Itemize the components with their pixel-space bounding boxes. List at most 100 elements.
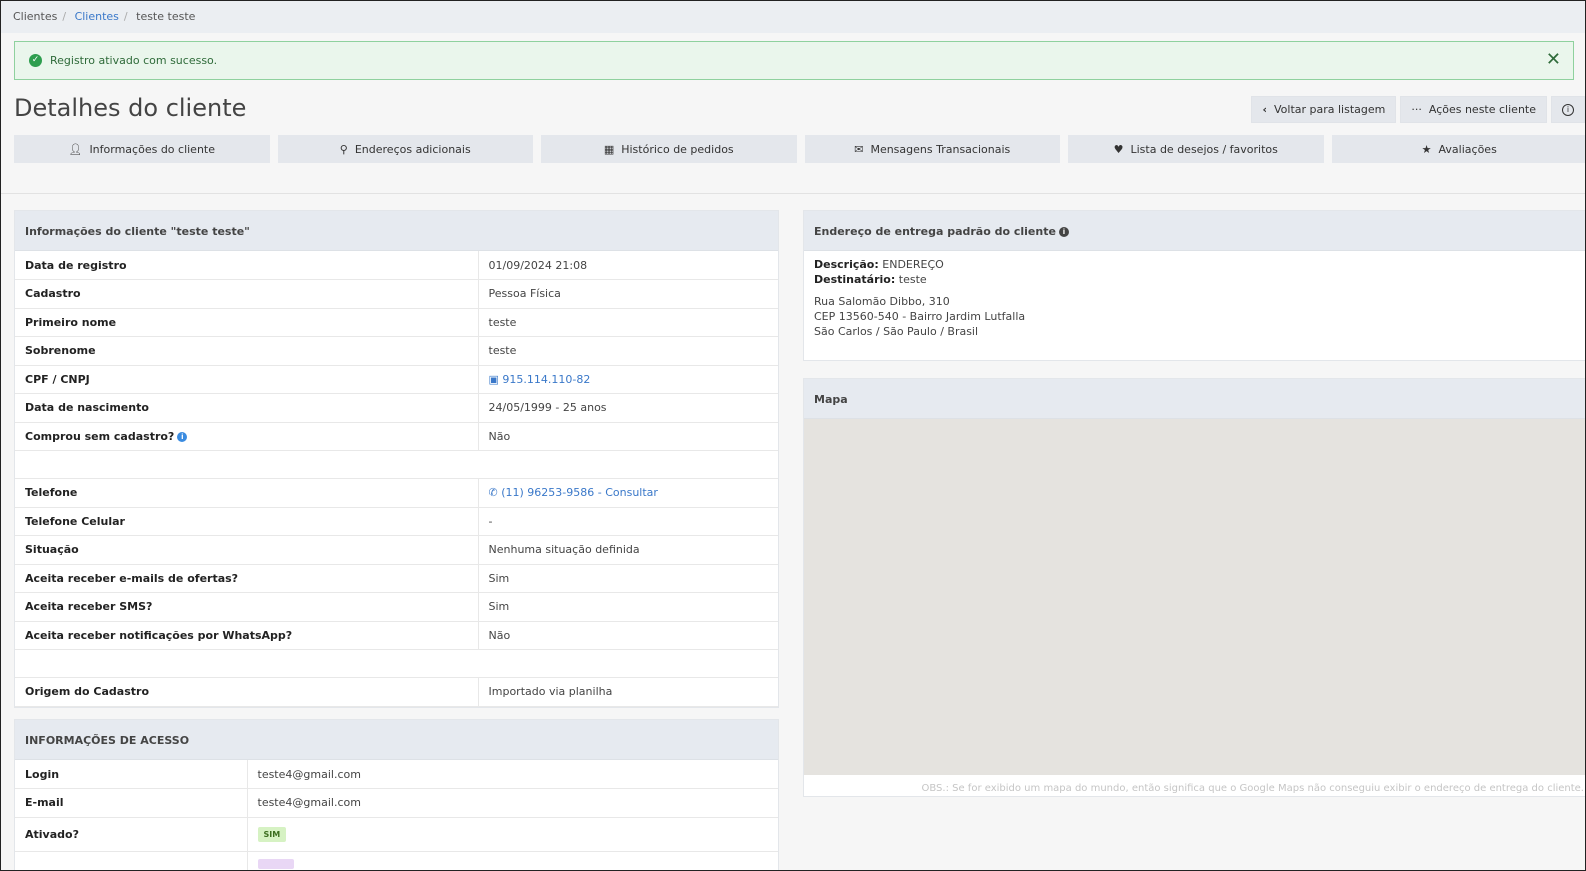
access-info-table: Login teste4@gmail.com E-mail teste4@gmail… [15, 760, 778, 870]
breadcrumb-item-current: teste teste [136, 10, 196, 23]
close-icon[interactable]: ✕ [1546, 51, 1561, 69]
breadcrumb: Clientes / Clientes / teste teste [1, 1, 1585, 33]
tab-reviews[interactable]: ★ Avaliações [1331, 135, 1585, 163]
row-value: Sim [478, 564, 778, 593]
alert-message: Registro ativado com sucesso. [50, 54, 218, 67]
table-row: Comprou sem cadastro? i Não [15, 422, 778, 451]
status-badge: SIM [257, 826, 287, 842]
info-icon: i [1562, 103, 1574, 116]
table-row [15, 851, 778, 870]
address-description: Descrição: ENDEREÇO [814, 257, 1576, 272]
row-value [247, 851, 778, 870]
table-row: Login teste4@gmail.com [15, 760, 778, 789]
user-icon: 👤︎ [68, 142, 83, 156]
address-panel: Endereço de entrega padrão do cliente i D… [803, 210, 1585, 361]
row-value: teste4@gmail.com [247, 760, 778, 789]
breadcrumb-item-root[interactable]: Clientes [13, 10, 57, 23]
tab-transactional-messages[interactable]: ✉ Mensagens Transacionais [804, 135, 1060, 163]
info-button[interactable]: i [1551, 96, 1585, 123]
address-line: CEP 13560-540 - Bairro Jardim Lutfalla [814, 310, 1026, 323]
tab-label: Histórico de pedidos [621, 142, 734, 156]
divider [1, 193, 1585, 194]
table-row: Data de nascimento 24/05/1999 - 25 anos [15, 393, 778, 423]
row-value: 24/05/1999 - 25 anos [478, 393, 778, 423]
row-label: Cadastro [15, 279, 479, 309]
tab-additional-addresses[interactable]: ⚲ Endereços adicionais [277, 135, 533, 163]
info-icon[interactable]: i [1058, 227, 1069, 237]
tab-client-info[interactable]: 👤︎ Informações do cliente [14, 135, 270, 163]
row-label: CPF / CNPJ [15, 365, 479, 394]
phone-link[interactable]: ✆ (11) 96253-9586 - Consultar [489, 486, 658, 499]
envelope-icon: ✉ [854, 142, 864, 156]
access-info-title: INFORMAÇÕES DE ACESSO [15, 720, 778, 760]
table-row: Aceita receber e-mails de ofertas? Sim [15, 564, 778, 593]
row-label: Aceita receber SMS? [15, 592, 479, 622]
address-recipient: Destinatário: teste [814, 272, 1576, 287]
star-icon: ★ [1421, 142, 1432, 156]
row-value: Não [478, 422, 778, 451]
cpf-link[interactable]: ▣ 915.114.110-82 [489, 373, 591, 386]
tab-label: Informações do cliente [89, 142, 216, 156]
table-row: Cadastro Pessoa Física [15, 279, 778, 309]
info-icon[interactable]: i [177, 431, 188, 442]
table-row: E-mail teste4@gmail.com [15, 788, 778, 818]
table-row: Sobrenome teste [15, 336, 778, 366]
row-label: Telefone Celular [15, 507, 479, 536]
map-title: Mapa [804, 379, 1585, 419]
row-value: Não [478, 621, 778, 650]
row-label: Data de nascimento [15, 393, 479, 423]
table-row: CPF / CNPJ ▣ 915.114.110-82 [15, 365, 778, 394]
row-label: Sobrenome [15, 336, 479, 366]
back-to-list-label: Voltar para listagem [1273, 103, 1386, 116]
address-title-text: Endereço de entrega padrão do cliente [814, 225, 1056, 238]
row-value: Pessoa Física [478, 279, 778, 309]
phone-cell: ✆ (11) 96253-9586 - Consultar [478, 478, 778, 508]
table-row: Telefone Celular - [15, 507, 778, 536]
id-card-icon: ▣ [488, 372, 499, 386]
row-value: - [478, 507, 778, 536]
row-label: Primeiro nome [15, 308, 479, 337]
phone-value: (11) 96253-9586 - Consultar [501, 486, 658, 500]
ellipsis-icon: ··· [1411, 103, 1422, 116]
table-row: Aceita receber SMS? Sim [15, 592, 778, 622]
table-row: Data de registro 01/09/2024 21:08 [15, 251, 778, 280]
back-to-list-button[interactable]: ‹ Voltar para listagem [1251, 96, 1397, 123]
row-label: Aceita receber notificações por WhatsApp… [15, 621, 479, 650]
client-actions-button[interactable]: ··· Ações neste cliente [1400, 96, 1547, 123]
row-value: Sim [478, 592, 778, 622]
check-circle-icon: ✓ [29, 54, 42, 67]
tab-label: Endereços adicionais [354, 142, 471, 156]
tab-order-history[interactable]: ▦ Histórico de pedidos [541, 135, 797, 163]
row-label-text: Comprou sem cadastro? [25, 429, 175, 443]
row-value: teste [478, 308, 778, 337]
cpf-value: 915.114.110-82 [502, 372, 591, 386]
table-row: Ativado? SIM [15, 817, 778, 852]
row-label: Situação [15, 535, 479, 565]
description-label: Descrição: [814, 258, 879, 271]
row-label: Login [15, 760, 248, 789]
row-label: Ativado? [15, 817, 248, 852]
map-canvas[interactable] [804, 419, 1585, 775]
client-info-table: Data de registro 01/09/2024 21:08 Cadastr… [15, 251, 778, 707]
row-value: Nenhuma situação definida [478, 535, 778, 565]
row-label [15, 851, 248, 870]
tab-wishlist[interactable]: ♥ Lista de desejos / favoritos [1068, 135, 1324, 163]
chevron-left-icon: ‹ [1262, 103, 1267, 116]
row-label: Origem do Cadastro [15, 677, 479, 707]
table-row: Aceita receber notificações por WhatsApp… [15, 621, 778, 650]
breadcrumb-item-clients[interactable]: Clientes [75, 10, 119, 23]
row-label: E-mail [15, 788, 248, 818]
row-value: teste4@gmail.com [247, 788, 778, 818]
page-title: Detalhes do cliente [14, 94, 247, 122]
tab-label: Lista de desejos / favoritos [1130, 142, 1278, 156]
address-line: São Carlos / São Paulo / Brasil [814, 325, 979, 338]
page: Clientes / Clientes / teste teste ✓ Regist… [0, 0, 1586, 871]
client-info-panel: Informações do cliente "teste teste" Dat… [14, 210, 779, 708]
tab-bar: 👤︎ Informações do cliente ⚲ Endereços ad… [14, 135, 1585, 163]
table-row: Situação Nenhuma situação definida [15, 535, 778, 565]
row-value: SIM [247, 817, 778, 852]
tab-label: Avaliações [1438, 142, 1497, 156]
address-title: Endereço de entrega padrão do cliente i [804, 211, 1585, 251]
description-value: ENDEREÇO [882, 258, 944, 271]
row-label: Data de registro [15, 251, 479, 280]
